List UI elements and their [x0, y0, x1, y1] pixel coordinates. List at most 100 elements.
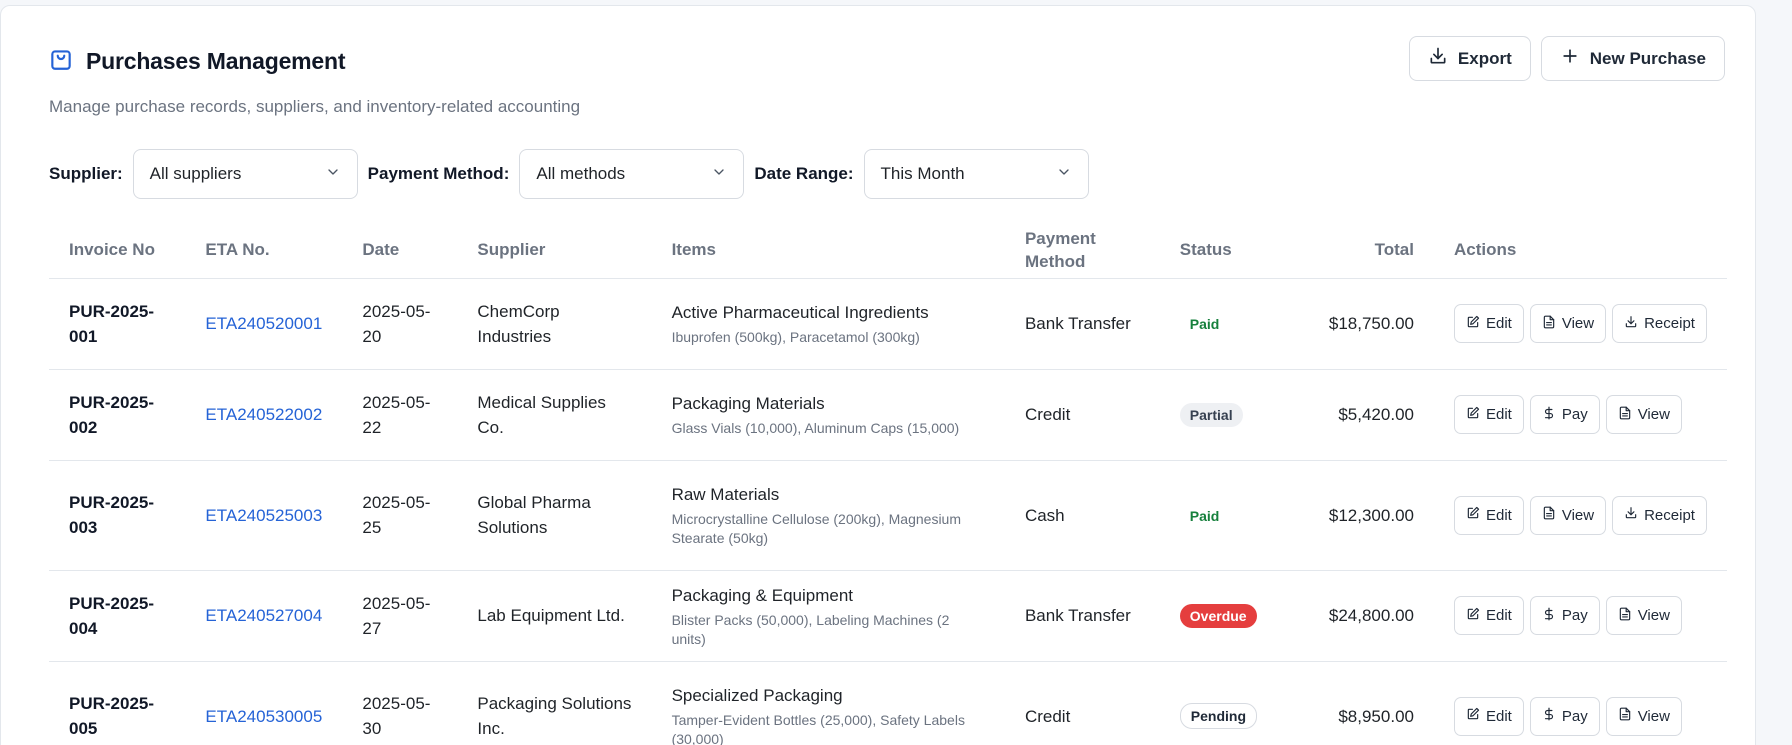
total-amount: $8,950.00 [1277, 661, 1434, 745]
payment-select-value: All methods [536, 164, 626, 183]
column-header[interactable]: Total [1277, 222, 1434, 279]
status-badge: Overdue [1179, 604, 1257, 628]
receipt-button[interactable]: Receipt [1612, 304, 1707, 343]
view-button[interactable]: View [1605, 395, 1682, 434]
invoice-number: PUR-2025-005 [49, 661, 186, 745]
header-actions: Export New Purchase [1408, 36, 1725, 81]
edit-button[interactable]: Edit [1453, 596, 1524, 635]
payment-method: Cash [1004, 460, 1160, 571]
actions-cell: Edit Pay View [1433, 661, 1727, 745]
supplier-name: Packaging Solutions Inc. [457, 661, 652, 745]
pay-button[interactable]: Pay [1529, 395, 1600, 434]
supplier-select[interactable]: All suppliers [132, 149, 358, 199]
chevron-down-icon [711, 164, 727, 185]
purchase-date: 2025-05-20 [342, 278, 458, 370]
view-button[interactable]: View [1529, 304, 1607, 343]
payment-filter-label: Payment Method: [367, 164, 510, 183]
edit-label: Edit [1485, 315, 1512, 332]
page-title: Purchases Management [86, 48, 346, 74]
table-row[interactable]: PUR-2025-002 ETA240522002 2025-05-22 Med… [49, 369, 1727, 461]
receipt-button[interactable]: Receipt [1612, 495, 1707, 535]
download-icon [1624, 315, 1638, 333]
date-filter-label: Date Range: [754, 164, 854, 183]
actions-cell: Edit Pay View [1433, 570, 1727, 662]
payment-method: Credit [1004, 661, 1160, 745]
edit-button[interactable]: Edit [1453, 696, 1524, 736]
date-select-value: This Month [880, 164, 965, 183]
eta-link[interactable]: ETA240525003 [185, 460, 343, 571]
chevron-down-icon [1056, 164, 1072, 185]
edit-label: Edit [1485, 506, 1512, 524]
item-title: Raw Materials [671, 485, 780, 504]
pay-label: Pay [1561, 707, 1588, 725]
pay-label: Pay [1561, 607, 1588, 624]
column-header[interactable]: ETA No. [185, 222, 343, 279]
table-row[interactable]: PUR-2025-003 ETA240525003 2025-05-25 Glo… [49, 460, 1727, 571]
status-cell: Paid [1159, 460, 1278, 571]
receipt-label: Receipt [1644, 506, 1695, 524]
view-button[interactable]: View [1529, 495, 1607, 535]
column-header[interactable]: Date [342, 222, 458, 279]
edit-icon [1466, 707, 1480, 725]
status-badge: Pending [1179, 703, 1258, 729]
date-range-select[interactable]: This Month [863, 149, 1089, 199]
edit-button[interactable]: Edit [1453, 395, 1524, 434]
purchases-card: Purchases Management Manage purchase rec… [0, 5, 1756, 745]
dollar-icon [1542, 607, 1556, 625]
edit-button[interactable]: Edit [1453, 304, 1524, 343]
view-label: View [1561, 506, 1595, 524]
column-header[interactable]: Status [1159, 222, 1278, 279]
status-badge: Partial [1179, 403, 1243, 427]
eta-link[interactable]: ETA240520001 [185, 278, 343, 370]
eta-link[interactable]: ETA240530005 [185, 661, 343, 745]
export-button[interactable]: Export [1408, 36, 1531, 81]
pay-button[interactable]: Pay [1529, 696, 1600, 736]
invoice-number: PUR-2025-002 [49, 369, 186, 461]
payment-method: Credit [1004, 369, 1160, 461]
payment-method: Bank Transfer [1004, 278, 1160, 370]
payment-method-select[interactable]: All methods [519, 149, 745, 199]
view-button[interactable]: View [1605, 596, 1682, 635]
items-cell: Packaging & Equipment Blister Packs (50,… [651, 570, 1005, 662]
document-icon [1542, 506, 1556, 524]
supplier-select-value: All suppliers [149, 164, 242, 183]
column-header[interactable]: Invoice No [49, 222, 186, 279]
document-icon [1542, 315, 1556, 333]
dollar-icon [1542, 707, 1556, 725]
status-cell: Partial [1159, 369, 1278, 461]
column-header[interactable]: Supplier [457, 222, 652, 279]
new-purchase-button[interactable]: New Purchase [1540, 36, 1725, 81]
column-header[interactable]: Items [651, 222, 1005, 279]
view-label: View [1637, 607, 1670, 624]
download-icon [1624, 506, 1638, 524]
view-label: View [1637, 406, 1670, 423]
pay-button[interactable]: Pay [1529, 596, 1600, 635]
purchase-date: 2025-05-22 [342, 369, 458, 461]
total-amount: $5,420.00 [1277, 369, 1434, 461]
item-title: Active Pharmaceutical Ingredients [671, 303, 929, 322]
table-header-row: Invoice No ETA No. Date Supplier Items P… [49, 222, 1727, 279]
actions-cell: Edit View Receipt [1433, 460, 1727, 571]
table-row[interactable]: PUR-2025-005 ETA240530005 2025-05-30 Pac… [49, 661, 1727, 745]
items-cell: Active Pharmaceutical Ingredients Ibupro… [651, 278, 1005, 370]
eta-link[interactable]: ETA240527004 [185, 570, 343, 662]
view-button[interactable]: View [1605, 696, 1682, 736]
item-detail: Microcrystalline Cellulose (200kg), Magn… [671, 511, 962, 546]
edit-icon [1466, 406, 1480, 424]
view-label: View [1561, 315, 1595, 332]
column-header[interactable]: Payment Method [1004, 222, 1160, 279]
shopping-bag-icon [48, 46, 74, 77]
title-row: Purchases Management [48, 46, 346, 77]
column-header: Actions [1433, 222, 1727, 279]
purchase-date: 2025-05-30 [342, 661, 458, 745]
table-row[interactable]: PUR-2025-004 ETA240527004 2025-05-27 Lab… [49, 570, 1727, 662]
items-cell: Raw Materials Microcrystalline Cellulose… [651, 460, 1005, 571]
table-row[interactable]: PUR-2025-001 ETA240520001 2025-05-20 Che… [49, 278, 1727, 370]
total-amount: $12,300.00 [1277, 460, 1434, 571]
document-icon [1618, 406, 1632, 424]
edit-button[interactable]: Edit [1453, 495, 1524, 535]
total-amount: $24,800.00 [1277, 570, 1434, 662]
actions-cell: Edit Pay View [1433, 369, 1727, 461]
eta-link[interactable]: ETA240522002 [185, 369, 343, 461]
page-subtitle: Manage purchase records, suppliers, and … [49, 97, 581, 116]
